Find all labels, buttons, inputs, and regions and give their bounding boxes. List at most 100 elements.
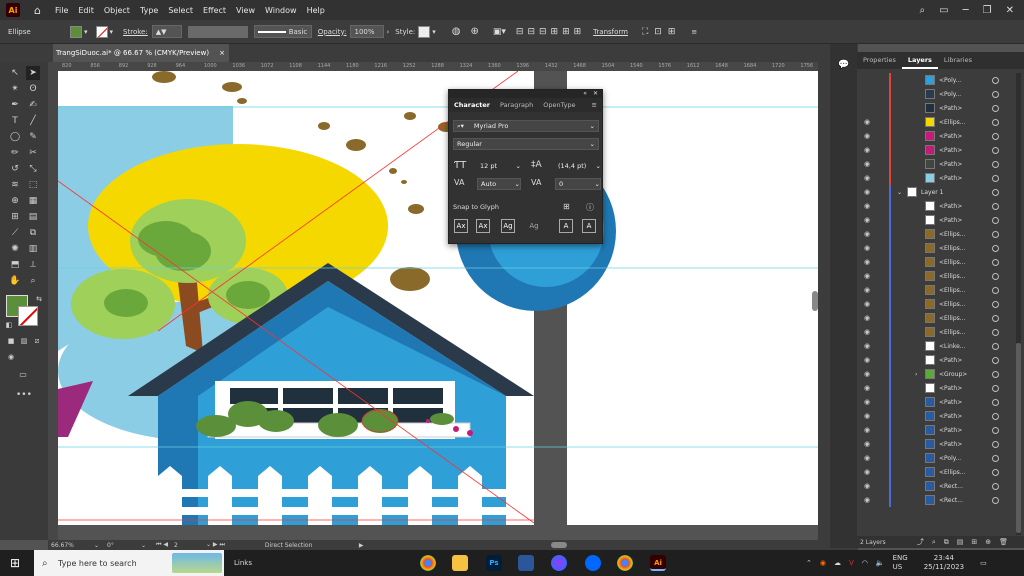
visibility-eye-icon[interactable]: ◉ (864, 482, 870, 490)
menu-view[interactable]: View (236, 6, 255, 15)
comments-icon[interactable]: 💬 (838, 60, 849, 70)
target-circle-icon[interactable] (992, 286, 999, 294)
visibility-eye-icon[interactable]: ◉ (864, 384, 870, 392)
more-tools-icon[interactable]: ••• (16, 388, 32, 402)
menu-file[interactable]: File (55, 6, 68, 15)
layer-item-row[interactable]: <Poly... (857, 73, 1017, 87)
layer-item-row[interactable]: ◉ <Ellips... (857, 311, 1017, 325)
eyedropper-tool-icon[interactable]: ⟋ (8, 226, 22, 240)
visibility-eye-icon[interactable]: ◉ (864, 314, 870, 322)
layer-row[interactable]: ◉ ⌄ Layer 1 (857, 185, 1017, 199)
menu-object[interactable]: Object (104, 6, 130, 15)
search-icon[interactable]: ⌕ (920, 5, 926, 16)
stroke-style-dropdown[interactable]: Basic (253, 25, 312, 38)
windows-start-icon[interactable]: ⊞ (10, 556, 20, 570)
rotate-tool-icon[interactable]: ↺ (8, 162, 22, 176)
panel-menu-icon[interactable]: ≡ (592, 101, 597, 109)
gradient-mode-icon[interactable]: ▨ (17, 334, 31, 348)
panel-close-icon[interactable]: ✕ (593, 90, 598, 98)
target-circle-icon[interactable] (992, 300, 999, 308)
layer-item-row[interactable]: ◉ <Ellips... (857, 297, 1017, 311)
layer-item-row[interactable]: <Path> (857, 101, 1017, 115)
style-dropdown-icon[interactable]: ▾ (432, 28, 436, 36)
menu-edit[interactable]: Edit (78, 6, 94, 15)
visibility-eye-icon[interactable]: ◉ (864, 342, 870, 350)
info-icon[interactable]: ⓘ (586, 202, 594, 213)
snap-xheight-button[interactable]: Ax (476, 219, 490, 233)
free-transform-tool-icon[interactable]: ⬚ (26, 178, 40, 192)
ellipse-tool-icon[interactable]: ◯ (8, 130, 22, 144)
target-circle-icon[interactable] (992, 272, 999, 280)
screen-mode-icon[interactable]: ▭ (16, 368, 30, 382)
swap-colors-icon[interactable]: ⇆ (32, 292, 46, 306)
file-explorer-icon[interactable] (452, 555, 468, 571)
target-circle-icon[interactable] (992, 188, 999, 196)
magic-wand-tool-icon[interactable]: ✴ (8, 82, 22, 96)
menu-help[interactable]: Help (307, 6, 325, 15)
more-options-icon[interactable]: ≡ (691, 28, 697, 36)
visibility-eye-icon[interactable]: ◉ (864, 328, 870, 336)
target-circle-icon[interactable] (992, 174, 999, 182)
visibility-eye-icon[interactable]: ◉ (864, 272, 870, 280)
links-label[interactable]: Links (234, 559, 252, 567)
document-tab-close[interactable]: × (219, 49, 225, 57)
snap-baseline-button[interactable]: Ax (454, 219, 468, 233)
visibility-eye-icon[interactable]: ◉ (864, 496, 870, 504)
layer-item-row[interactable]: ◉ <Rect... (857, 493, 1017, 507)
type-tool-icon[interactable]: T (8, 114, 22, 128)
visibility-eye-icon[interactable]: ◉ (864, 146, 870, 154)
layer-actions-icons[interactable]: ⤴⌕⧉▤⊞⊕🗑 (917, 537, 1016, 547)
layer-item-row[interactable]: ◉ <Path> (857, 157, 1017, 171)
style-swatch[interactable] (418, 25, 431, 38)
visibility-eye-icon[interactable]: ◉ (864, 202, 870, 210)
color-mode-icon[interactable]: ■ (4, 334, 18, 348)
target-circle-icon[interactable] (992, 90, 999, 98)
visibility-eye-icon[interactable]: ◉ (864, 440, 870, 448)
visibility-eye-icon[interactable]: ◉ (864, 468, 870, 476)
target-circle-icon[interactable] (992, 398, 999, 406)
minimize-icon[interactable]: ─ (963, 5, 969, 16)
document-tab[interactable]: TrangSiDuoc.ai* @ 66.67 % (CMYK/Preview)… (53, 44, 229, 62)
tray-antivirus-icon[interactable]: V (849, 559, 854, 567)
selection-tool-icon[interactable]: ↖ (8, 66, 22, 80)
shape-builder-tool-icon[interactable]: ⊕ (8, 194, 22, 208)
fill-swatch[interactable] (70, 25, 82, 38)
taskbar-search-box[interactable]: ⌕ Type here to search (34, 550, 224, 576)
layer-item-row[interactable]: ◉ <Path> (857, 437, 1017, 451)
align-buttons-icon[interactable]: ⊟⊟⊟⊞⊞⊞ (516, 27, 585, 37)
default-colors-icon[interactable]: ◧ (2, 318, 16, 332)
collapse-icon[interactable]: « (583, 90, 587, 98)
kerning-field[interactable]: Auto ⌄ (477, 178, 521, 190)
isolate-icon[interactable]: ⛶⊡⊞ (642, 27, 681, 37)
target-circle-icon[interactable] (992, 454, 999, 462)
lasso-tool-icon[interactable]: ʘ (26, 82, 40, 96)
paintbrush-tool-icon[interactable]: ✎ (26, 130, 40, 144)
zalo-icon[interactable] (585, 555, 601, 571)
tracking-field[interactable]: 0 ⌄ (555, 178, 601, 190)
pen-tool-icon[interactable]: ✒ (8, 98, 22, 112)
visibility-eye-icon[interactable]: ◉ (864, 412, 870, 420)
layer-item-row[interactable]: ◉ <Path> (857, 143, 1017, 157)
visibility-eye-icon[interactable]: ◉ (864, 230, 870, 238)
visibility-eye-icon[interactable]: ◉ (864, 258, 870, 266)
photoshop-icon[interactable]: Ps (486, 555, 502, 571)
graph-tool-icon[interactable]: ▥ (26, 242, 40, 256)
target-circle-icon[interactable] (992, 258, 999, 266)
visibility-eye-icon[interactable]: ◉ (864, 160, 870, 168)
symbol-sprayer-tool-icon[interactable]: ✺ (8, 242, 22, 256)
layer-item-row[interactable]: ◉ <Path> (857, 129, 1017, 143)
opacity-field[interactable]: 100% (350, 25, 385, 38)
transform-button[interactable]: Transform (593, 28, 628, 36)
fill-dropdown-icon[interactable]: ▾ (84, 28, 88, 36)
stroke-weight-field[interactable]: ▲▼ (151, 25, 182, 38)
snap-proximity-button[interactable]: Ag (527, 219, 541, 233)
target-circle-icon[interactable] (992, 104, 999, 112)
snap-angular-button[interactable]: A (559, 219, 573, 233)
horizontal-scrollbar[interactable] (551, 542, 568, 548)
artwork[interactable] (58, 71, 818, 540)
line-tool-icon[interactable]: ╱ (26, 114, 40, 128)
shaper-tool-icon[interactable]: ✏ (8, 146, 22, 160)
opacity-arrow-icon[interactable]: › (386, 28, 389, 36)
layer-item-row[interactable]: ◉ › <Group> (857, 367, 1017, 381)
target-circle-icon[interactable] (992, 440, 999, 448)
